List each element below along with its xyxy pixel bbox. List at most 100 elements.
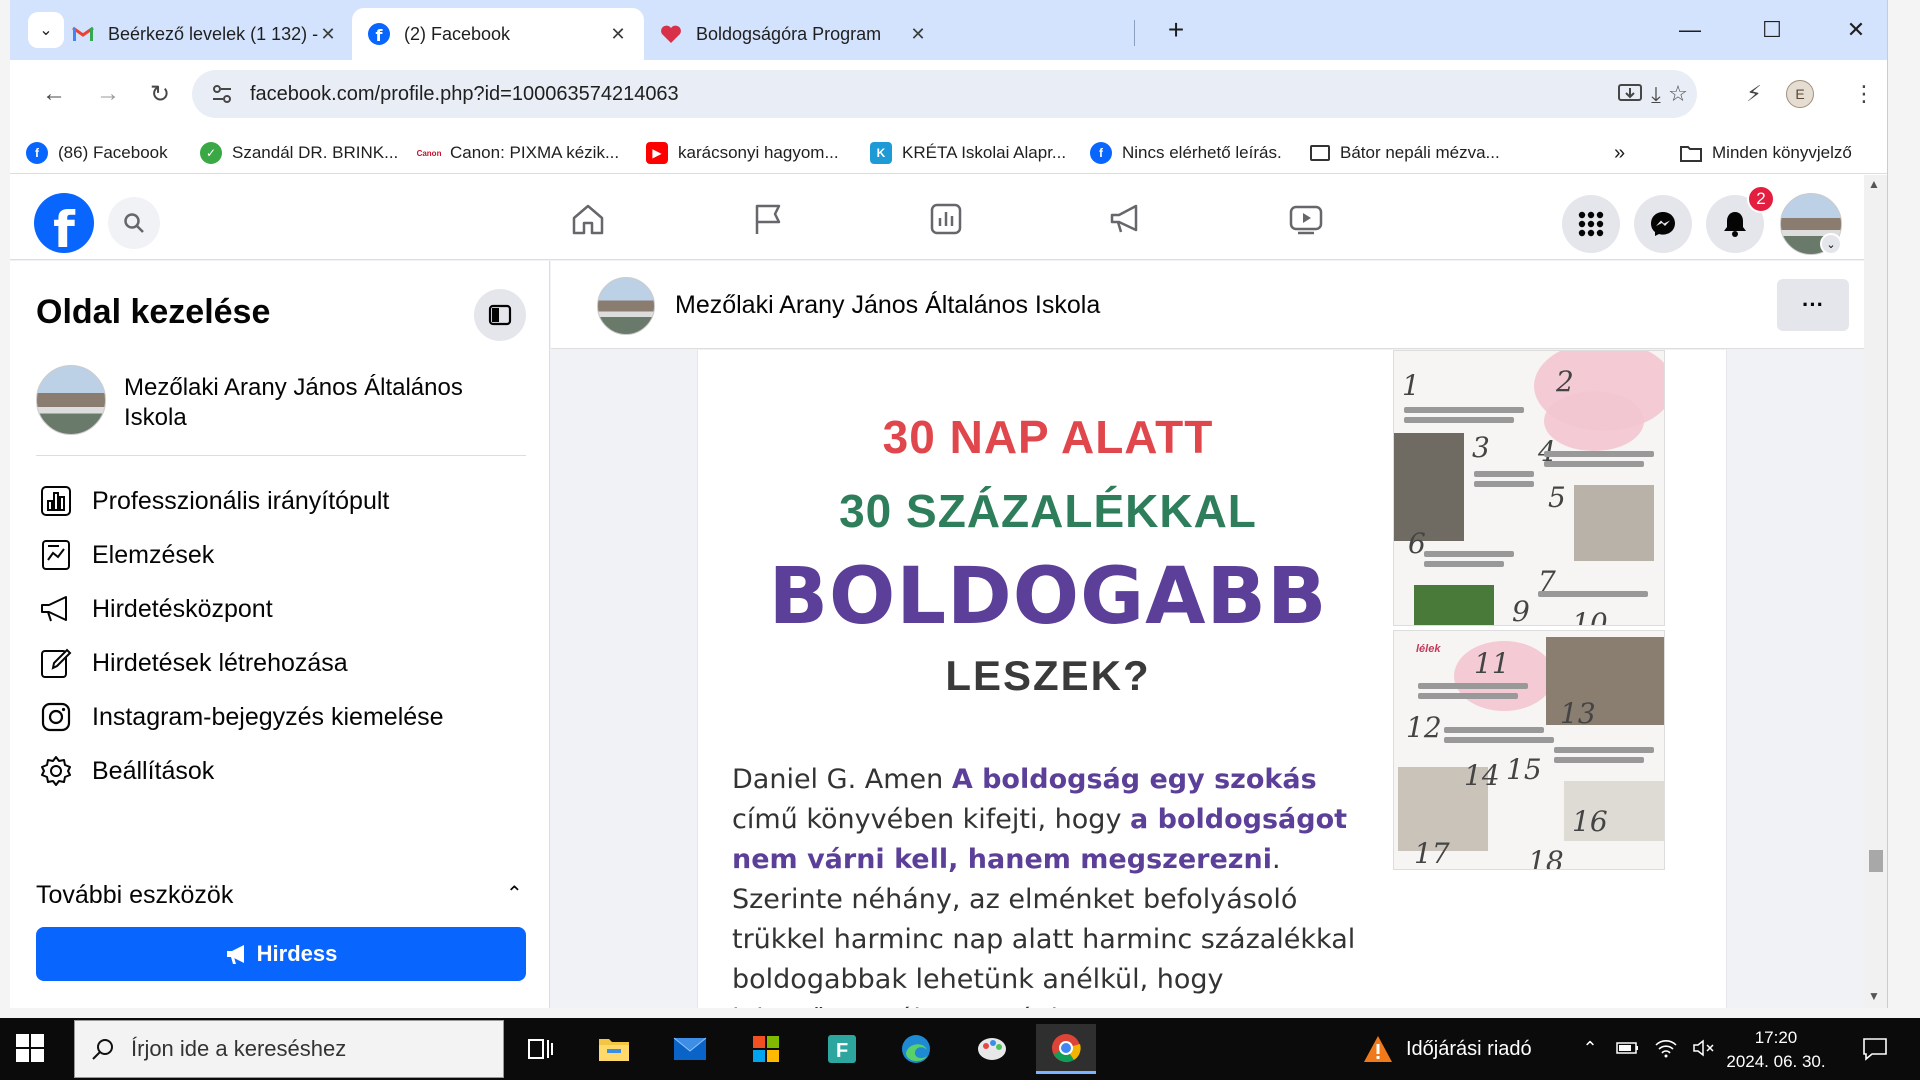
address-bar[interactable]: facebook.com/profile.php?id=100063574214…: [192, 70, 1697, 118]
tray-overflow-button[interactable]: ⌃: [1576, 1034, 1604, 1062]
page-header-bar: Mezőlaki Arany János Általános Iskola ··…: [551, 261, 1865, 349]
task-view-button[interactable]: [510, 1024, 570, 1074]
chrome-button[interactable]: [1036, 1024, 1096, 1074]
extensions-button[interactable]: ⚡: [1734, 74, 1774, 114]
install-button[interactable]: [1610, 74, 1650, 114]
tab-gmail[interactable]: Beérkező levelek (1 132) - drave ✕: [56, 8, 354, 60]
menu-create-ads[interactable]: Hirdetések létrehozása: [36, 643, 348, 683]
nav-ads[interactable]: [1096, 191, 1156, 247]
mail-button[interactable]: [660, 1024, 720, 1074]
menu-boost-instagram[interactable]: Instagram-bejegyzés kiemelése: [36, 697, 444, 737]
page-name[interactable]: Mezőlaki Arany János Általános Iskola: [675, 291, 1100, 320]
page-avatar[interactable]: [36, 365, 106, 435]
magazine-number: 18: [1528, 845, 1564, 870]
magazine-page-bottom: lélek 11 12 13 14 15 16 17 18: [1393, 630, 1665, 870]
menu-settings[interactable]: Beállítások: [36, 751, 214, 791]
more-tools-heading[interactable]: További eszközök: [36, 881, 233, 910]
scrollbar-thumb[interactable]: [1869, 850, 1883, 872]
wifi-icon[interactable]: [1652, 1034, 1680, 1062]
tab-facebook[interactable]: f (2) Facebook ✕: [352, 8, 644, 60]
messenger-button[interactable]: [1634, 195, 1692, 253]
bookmarks-overflow-button[interactable]: »: [1614, 138, 1625, 168]
canon-icon: Canon: [416, 148, 442, 158]
facebook-icon: f: [53, 201, 75, 253]
bookmark-no-description[interactable]: f Nincs elérhető leírás.: [1090, 138, 1282, 168]
search-placeholder: Írjon ide a kereséshez: [131, 1036, 347, 1061]
menu-insights[interactable]: Elemzések: [36, 535, 214, 575]
post-image[interactable]: 30 NAP ALATT 30 SZÁZALÉKKAL BOLDOGABB LE…: [697, 350, 1727, 1008]
taskbar-search-box[interactable]: Írjon ide a kereséshez: [74, 1020, 504, 1078]
leaf-icon: ✓: [200, 142, 222, 164]
browser-window: ⌄ Beérkező levelek (1 132) - drave ✕ f (…: [10, 0, 1888, 1008]
paint-button[interactable]: [962, 1024, 1022, 1074]
scroll-up-icon[interactable]: ▲: [1868, 177, 1880, 191]
menu-ad-center[interactable]: Hirdetésközpont: [36, 589, 273, 629]
all-bookmarks-button[interactable]: Minden könyvjelző: [1680, 138, 1852, 168]
menu-label: Beállítások: [92, 756, 215, 785]
site-settings-icon[interactable]: [210, 82, 234, 106]
home-icon: [572, 204, 604, 235]
volume-icon[interactable]: [1690, 1034, 1718, 1062]
menu-professional-dashboard[interactable]: Professzionális irányítópult: [36, 481, 389, 521]
facebook-top-bar: f 2 ⌄: [10, 175, 1865, 260]
bookmark-bator[interactable]: Bátor nepáli mézva...: [1310, 138, 1500, 168]
minimize-icon: —: [1679, 17, 1701, 42]
nav-home[interactable]: [558, 191, 618, 247]
bookmark-kreta[interactable]: K KRÉTA Iskolai Alapr...: [870, 138, 1066, 168]
page-name[interactable]: Mezőlaki Arany János Általános Iskola: [124, 373, 514, 433]
bookmark-star-button[interactable]: ☆: [1658, 74, 1698, 114]
store-button[interactable]: [736, 1024, 796, 1074]
magazine-number: 14: [1464, 759, 1500, 792]
profile-avatar[interactable]: E: [1786, 80, 1814, 108]
bookmark-youtube[interactable]: ▶ karácsonyi hagyom...: [646, 138, 839, 168]
notification-center-button[interactable]: [1858, 1032, 1892, 1066]
tab-bar: ⌄ Beérkező levelek (1 132) - drave ✕ f (…: [10, 0, 1887, 60]
close-icon[interactable]: ✕: [908, 24, 928, 45]
magazine-number: 3: [1472, 431, 1490, 464]
magazine-number: 9: [1512, 595, 1530, 626]
gear-icon: [36, 751, 76, 791]
nav-insights[interactable]: [916, 191, 976, 247]
collapse-panel-button[interactable]: [474, 289, 526, 341]
body-text: Daniel G. Amen: [732, 764, 952, 795]
search-button[interactable]: [108, 197, 160, 249]
close-icon[interactable]: ✕: [318, 24, 338, 45]
forward-button[interactable]: →: [88, 74, 128, 114]
close-window-button[interactable]: ✕: [1834, 12, 1878, 48]
minimize-button[interactable]: —: [1668, 12, 1712, 48]
weather-widget[interactable]: Időjárási riadó: [1362, 1030, 1532, 1068]
app-f-button[interactable]: F: [812, 1024, 872, 1074]
system-clock[interactable]: 17:20 2024. 06. 30.: [1726, 1026, 1826, 1074]
back-button[interactable]: ←: [34, 74, 74, 114]
more-options-button[interactable]: ···: [1777, 279, 1849, 331]
nav-pages[interactable]: [738, 191, 798, 247]
facebook-logo[interactable]: f: [34, 193, 94, 253]
menu-button[interactable]: [1562, 195, 1620, 253]
bookmark-szandal[interactable]: ✓ Szandál DR. BRINK...: [200, 138, 398, 168]
menu-label: Elemzések: [92, 540, 215, 569]
browser-menu-button[interactable]: ⋮: [1844, 74, 1884, 114]
reload-button[interactable]: ↻: [140, 74, 180, 114]
battery-icon[interactable]: [1614, 1034, 1642, 1062]
scroll-down-icon[interactable]: ▼: [1868, 989, 1880, 1003]
start-button[interactable]: [16, 1034, 46, 1064]
poster-line-2: 30 SZÁZALÉKKAL: [839, 485, 1257, 537]
f-app-icon: F: [828, 1035, 856, 1063]
file-explorer-button[interactable]: [584, 1024, 644, 1074]
nav-video[interactable]: [1276, 191, 1336, 247]
chevron-down-icon[interactable]: ⌄: [1820, 233, 1842, 255]
close-icon[interactable]: ✕: [608, 24, 628, 45]
edge-button[interactable]: [886, 1024, 946, 1074]
magazine-number: 1: [1402, 369, 1420, 402]
new-tab-button[interactable]: +: [1158, 12, 1194, 48]
page-scrollbar[interactable]: ▲ ▼: [1864, 175, 1887, 1008]
page-avatar[interactable]: [597, 277, 655, 335]
bookmark-facebook[interactable]: f (86) Facebook: [26, 138, 168, 168]
bookmark-canon[interactable]: Canon Canon: PIXMA kézik...: [416, 138, 620, 168]
tab-boldogsagora[interactable]: Boldogságóra Program ✕: [644, 8, 944, 60]
folder-icon: [1680, 142, 1702, 164]
page-icon: [1310, 145, 1330, 161]
promote-button[interactable]: Hirdess: [36, 927, 526, 981]
chevron-up-icon[interactable]: ⌃: [506, 881, 523, 906]
maximize-button[interactable]: ☐: [1750, 12, 1794, 48]
